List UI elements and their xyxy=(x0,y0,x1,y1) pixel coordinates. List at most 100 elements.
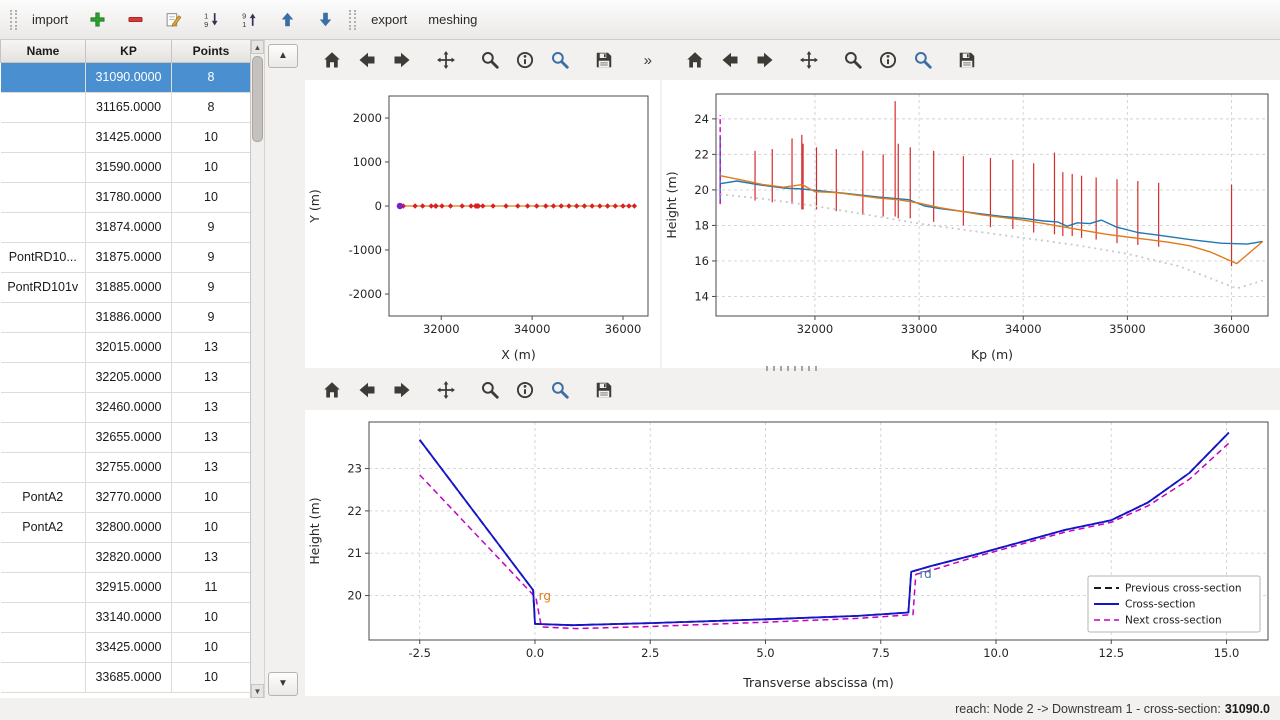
home-button[interactable] xyxy=(317,45,347,75)
cell-points[interactable]: 10 xyxy=(172,152,251,182)
meshing-button[interactable]: meshing xyxy=(422,9,483,30)
table-row[interactable]: PontRD10...31875.00009 xyxy=(1,242,251,272)
cell-points[interactable]: 8 xyxy=(172,62,251,92)
cell-name[interactable] xyxy=(1,452,86,482)
splitter-handle[interactable] xyxy=(766,366,820,371)
cell-name[interactable] xyxy=(1,542,86,572)
cell-kp[interactable]: 33425.0000 xyxy=(86,632,172,662)
cell-points[interactable]: 13 xyxy=(172,332,251,362)
cell-kp[interactable]: 31090.0000 xyxy=(86,62,172,92)
cell-points[interactable]: 13 xyxy=(172,362,251,392)
forward-button[interactable] xyxy=(750,45,780,75)
import-button[interactable]: import xyxy=(26,9,74,30)
cell-kp[interactable]: 31165.0000 xyxy=(86,92,172,122)
cell-kp[interactable]: 31886.0000 xyxy=(86,302,172,332)
remove-cross-section-button[interactable] xyxy=(121,8,150,31)
cell-points[interactable]: 11 xyxy=(172,572,251,602)
cell-name[interactable] xyxy=(1,602,86,632)
plan-view-canvas[interactable]: 320003400036000-2000-1000010002000X (m)Y… xyxy=(305,80,660,368)
cell-points[interactable]: 10 xyxy=(172,662,251,692)
cell-kp[interactable]: 32205.0000 xyxy=(86,362,172,392)
cell-kp[interactable]: 32915.0000 xyxy=(86,572,172,602)
cell-name[interactable] xyxy=(1,92,86,122)
forward-button[interactable] xyxy=(387,375,417,405)
cell-kp[interactable]: 32460.0000 xyxy=(86,392,172,422)
cell-points[interactable]: 10 xyxy=(172,482,251,512)
figure-options-button[interactable] xyxy=(510,375,540,405)
table-scrollbar[interactable]: ▲ ▼ xyxy=(251,40,265,698)
edit-cross-section-button[interactable] xyxy=(159,8,188,31)
back-button[interactable] xyxy=(715,45,745,75)
cross-section-figure[interactable]: rgrd-2.50.02.55.07.510.012.515.020212223… xyxy=(305,410,1280,696)
table-row[interactable]: 32915.000011 xyxy=(1,572,251,602)
save-button[interactable] xyxy=(952,45,982,75)
cell-name[interactable] xyxy=(1,182,86,212)
cell-name[interactable] xyxy=(1,662,86,692)
cell-name[interactable]: PontRD10... xyxy=(1,242,86,272)
cell-kp[interactable]: 32770.0000 xyxy=(86,482,172,512)
scroll-up-icon[interactable]: ▲ xyxy=(251,40,264,54)
cell-points[interactable]: 10 xyxy=(172,602,251,632)
cell-kp[interactable]: 32800.0000 xyxy=(86,512,172,542)
back-button[interactable] xyxy=(352,375,382,405)
long-profile-canvas[interactable]: 3200033000340003500036000141618202224Kp … xyxy=(662,80,1280,368)
figure-options-button[interactable] xyxy=(873,45,903,75)
add-cross-section-button[interactable] xyxy=(83,8,112,31)
cell-points[interactable]: 10 xyxy=(172,632,251,662)
sort-descending-button[interactable]: 1 9 xyxy=(197,8,226,31)
home-button[interactable] xyxy=(680,45,710,75)
cell-points[interactable]: 8 xyxy=(172,92,251,122)
cell-name[interactable] xyxy=(1,362,86,392)
sort-ascending-button[interactable]: 9 1 xyxy=(235,8,264,31)
cell-kp[interactable]: 31875.0000 xyxy=(86,242,172,272)
longitudinal-profile-figure[interactable]: 3200033000340003500036000141618202224Kp … xyxy=(662,80,1280,368)
cell-name[interactable] xyxy=(1,152,86,182)
table-row[interactable]: 31425.000010 xyxy=(1,122,251,152)
column-header-name[interactable]: Name xyxy=(1,40,86,62)
figure-options-button[interactable] xyxy=(510,45,540,75)
cell-kp[interactable]: 31590.0000 xyxy=(86,152,172,182)
zoom-button[interactable] xyxy=(475,375,505,405)
table-row[interactable]: PontA232770.000010 xyxy=(1,482,251,512)
cell-points[interactable]: 13 xyxy=(172,542,251,572)
cell-kp[interactable]: 32820.0000 xyxy=(86,542,172,572)
row-up-button[interactable]: ▲ xyxy=(268,44,298,68)
cell-points[interactable]: 13 xyxy=(172,392,251,422)
cell-name[interactable] xyxy=(1,332,86,362)
toolbar-drag-handle[interactable] xyxy=(10,10,17,30)
home-button[interactable] xyxy=(317,375,347,405)
export-button[interactable]: export xyxy=(365,9,413,30)
cell-name[interactable] xyxy=(1,422,86,452)
table-row[interactable]: 32755.000013 xyxy=(1,452,251,482)
move-down-button[interactable] xyxy=(311,8,340,31)
cell-name[interactable] xyxy=(1,302,86,332)
column-header-kp[interactable]: KP xyxy=(86,40,172,62)
table-row[interactable]: 32820.000013 xyxy=(1,542,251,572)
table-row[interactable]: 32015.000013 xyxy=(1,332,251,362)
cell-name[interactable] xyxy=(1,62,86,92)
cell-kp[interactable]: 31874.0000 xyxy=(86,212,172,242)
toolbar-overflow-icon[interactable]: » xyxy=(644,52,652,69)
table-row[interactable]: 31886.00009 xyxy=(1,302,251,332)
cell-points[interactable]: 13 xyxy=(172,422,251,452)
zoom-button[interactable] xyxy=(838,45,868,75)
plan-view-figure[interactable]: 320003400036000-2000-1000010002000X (m)Y… xyxy=(305,80,660,368)
save-button[interactable] xyxy=(589,45,619,75)
cell-name[interactable] xyxy=(1,392,86,422)
cell-kp[interactable]: 31425.0000 xyxy=(86,122,172,152)
cell-points[interactable]: 10 xyxy=(172,182,251,212)
cell-kp[interactable]: 33685.0000 xyxy=(86,662,172,692)
move-up-button[interactable] xyxy=(273,8,302,31)
cell-kp[interactable]: 32015.0000 xyxy=(86,332,172,362)
zoom-alt-button[interactable] xyxy=(545,375,575,405)
cell-name[interactable]: PontA2 xyxy=(1,512,86,542)
cell-kp[interactable]: 32655.0000 xyxy=(86,422,172,452)
table-row[interactable]: 32205.000013 xyxy=(1,362,251,392)
table-row[interactable]: 32460.000013 xyxy=(1,392,251,422)
cell-points[interactable]: 9 xyxy=(172,272,251,302)
table-row[interactable]: 32655.000013 xyxy=(1,422,251,452)
save-button[interactable] xyxy=(589,375,619,405)
cell-kp[interactable]: 31780.0000 xyxy=(86,182,172,212)
cell-name[interactable]: PontRD101v xyxy=(1,272,86,302)
cell-kp[interactable]: 33140.0000 xyxy=(86,602,172,632)
